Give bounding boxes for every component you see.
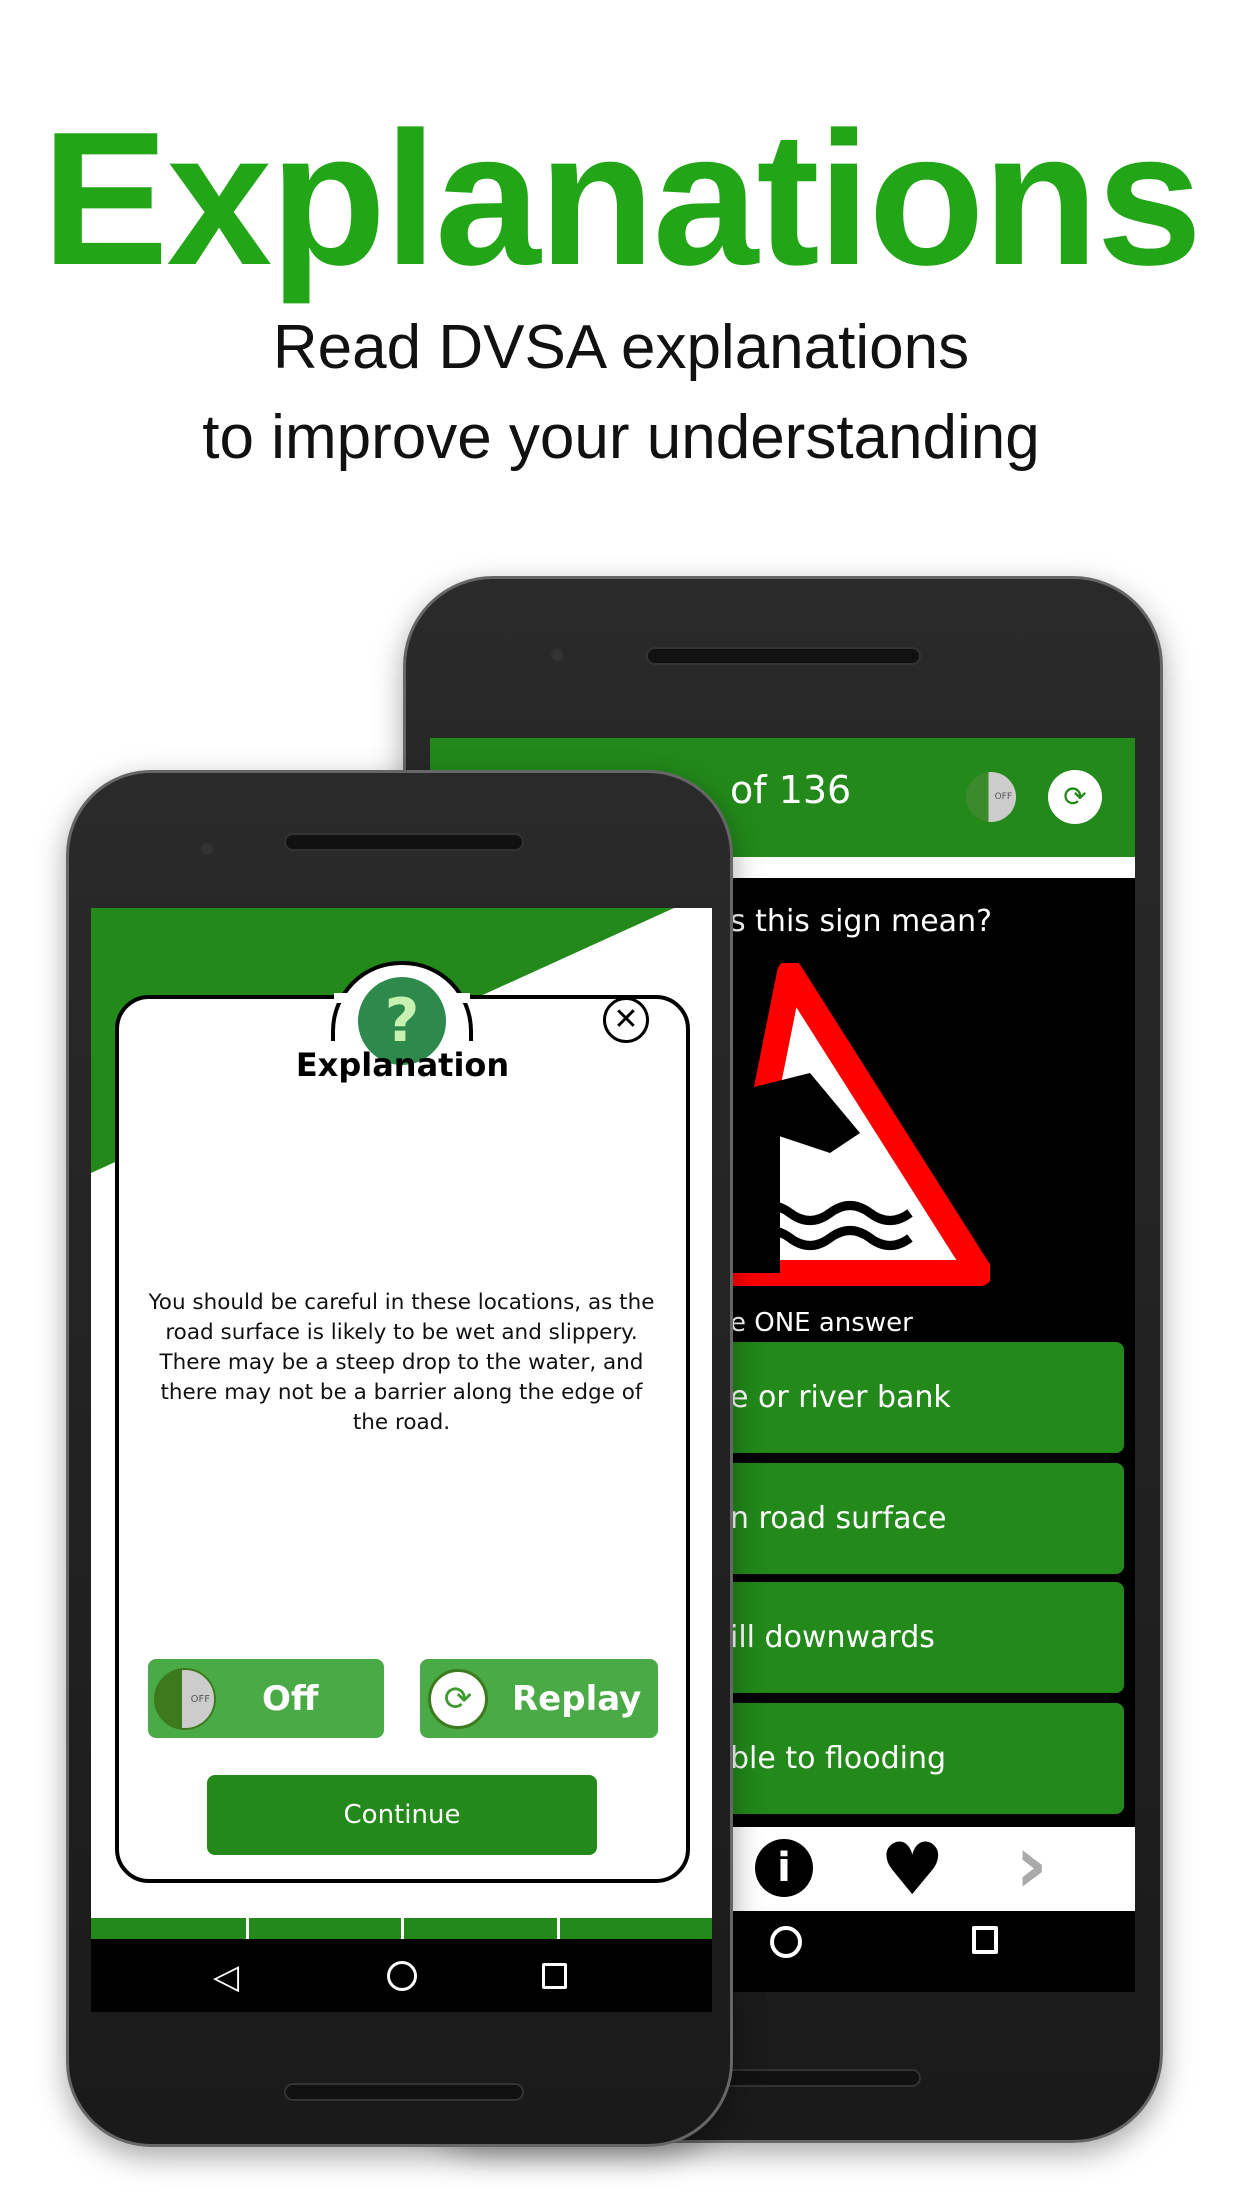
android-nav-bar: ◁ — [91, 1939, 712, 2012]
explanation-screen: ? ✕ Explanation You should be careful in… — [91, 908, 712, 2012]
continue-button[interactable]: Continue — [207, 1775, 597, 1855]
nav-recents-icon[interactable] — [542, 1963, 567, 1989]
heart-icon[interactable]: ♥ — [880, 1827, 945, 1911]
subtitle-line-2: to improve your understanding — [202, 403, 1040, 472]
speaker — [646, 647, 921, 665]
voice-off-icon: OFF — [154, 1667, 216, 1730]
voice-off-icon[interactable]: OFF — [966, 772, 1016, 822]
dialog-title: Explanation — [295, 1046, 510, 1084]
next-chevron-icon[interactable]: › — [1015, 1823, 1048, 1907]
camera — [201, 843, 213, 855]
bottom-tab-strip — [91, 1918, 712, 1939]
replay-icon[interactable]: ⟳ — [1048, 770, 1102, 824]
nav-home-icon[interactable] — [387, 1961, 417, 1991]
explanation-text: You should be careful in these locations… — [148, 1290, 655, 1435]
front-phone: ? ✕ Explanation You should be careful in… — [66, 770, 733, 2147]
question-text: s this sign mean? — [730, 904, 993, 939]
replay-button[interactable]: ⟳ Replay — [420, 1659, 658, 1738]
subtitle-line-1: Read DVSA explanations — [272, 313, 970, 382]
speaker-bottom — [284, 2083, 524, 2101]
nav-recents-icon[interactable] — [972, 1926, 998, 1954]
question-counter: of 136 — [730, 768, 852, 812]
headline: Explanations — [41, 93, 1203, 305]
road-sign-quayside-icon — [730, 963, 990, 1286]
speaker — [284, 833, 524, 851]
camera — [551, 649, 563, 661]
info-icon[interactable]: i — [755, 1839, 813, 1897]
nav-back-icon[interactable]: ◁ — [213, 1957, 239, 1997]
replay-icon: ⟳ — [428, 1668, 488, 1729]
explanation-dialog — [115, 995, 690, 1883]
close-icon[interactable]: ✕ — [603, 997, 649, 1043]
voice-toggle-label: Off — [262, 1678, 319, 1719]
voice-toggle-button[interactable]: OFF Off — [148, 1659, 384, 1738]
nav-home-icon[interactable] — [770, 1926, 802, 1958]
replay-label: Replay — [512, 1678, 642, 1719]
answer-instruction: e ONE answer — [730, 1308, 913, 1338]
